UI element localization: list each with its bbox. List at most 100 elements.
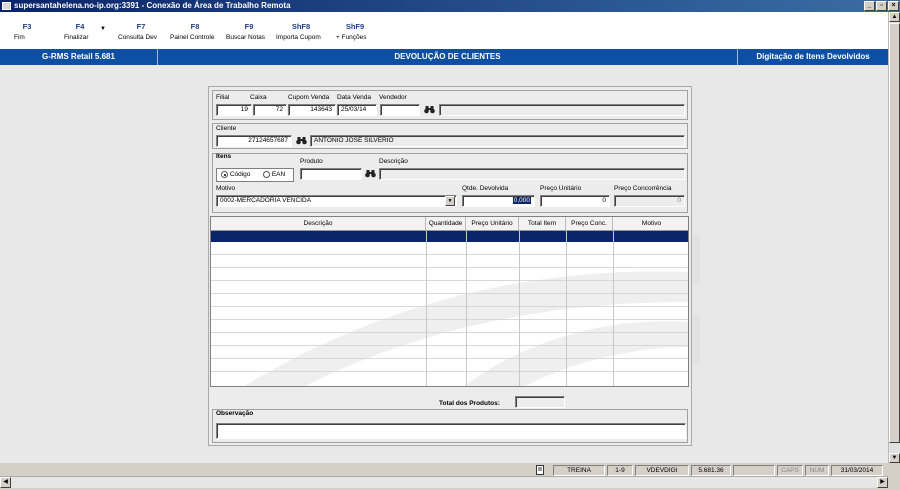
toolbar-label: Consulta Dev [118, 34, 158, 41]
scroll-right-icon[interactable]: ▶ [877, 477, 888, 488]
status-version: 5.681.36 [691, 465, 731, 476]
itens-label: Itens [216, 153, 232, 160]
preco-unit-label: Preço Unitário [540, 185, 582, 192]
data-field[interactable]: 25/03/14 [337, 104, 377, 116]
total-field [515, 396, 565, 408]
toolbar-f7-consulta-dev[interactable]: F7 Consulta Dev [118, 22, 164, 41]
page-title: DEVOLUÇÃO DE CLIENTES [158, 49, 738, 65]
col-divider [566, 231, 567, 386]
vendedor-field[interactable] [380, 104, 420, 116]
toolbar-key: F4 [75, 22, 85, 31]
toolbar-label: Fim [14, 34, 25, 41]
vertical-scrollbar[interactable]: ▲ ▼ [888, 12, 900, 463]
motivo-value: 0002-MERCADORIA VENCIDA [220, 197, 312, 204]
caixa-field[interactable]: 72 [253, 104, 287, 116]
row-divider [211, 319, 688, 320]
window-title: supersantahelena.no-ip.org:3391 - Conexã… [14, 1, 291, 10]
row-divider [211, 371, 688, 372]
dropdown-arrow-icon[interactable]: ▼ [100, 26, 106, 32]
toolbar-label: Finalizar [64, 34, 89, 41]
toolbar-label: + Funções [336, 34, 367, 41]
scroll-up-icon[interactable]: ▲ [889, 12, 900, 22]
status-caps: CAPS [777, 465, 803, 476]
status-num: NUM [805, 465, 829, 476]
toolbar-f3-fim[interactable]: F3 Fim [14, 22, 40, 41]
filial-field[interactable]: 19 [216, 104, 252, 116]
row-divider [211, 345, 688, 346]
produto-label: Produto [300, 158, 323, 165]
vendedor-nome-field [439, 104, 685, 116]
preco-conc-field[interactable]: 0 [614, 195, 685, 207]
toolbar-shf9-mais-funcoes[interactable]: ShF9 + Funções [336, 22, 374, 41]
qtde-field[interactable]: 0,000 [462, 195, 535, 207]
radio-ean-icon[interactable] [263, 171, 270, 178]
chevron-down-icon[interactable]: ▼ [445, 196, 455, 206]
data-label: Data Venda [337, 94, 371, 101]
vendedor-label: Vendedor [379, 94, 407, 101]
row-divider [211, 332, 688, 333]
toolbar-f9-buscar-notas[interactable]: F9 Buscar Notas [226, 22, 272, 41]
cliente-label: Cliente [216, 125, 237, 132]
toolbar-f4-finalizar[interactable]: F4 Finalizar ▼ [64, 22, 106, 41]
status-program: VDEVDIGI [635, 465, 689, 476]
minimize-button[interactable]: _ [864, 1, 875, 11]
binoculars-icon[interactable] [294, 135, 308, 147]
binoculars-icon[interactable] [422, 104, 436, 116]
row-divider [211, 254, 688, 255]
descricao-field [379, 168, 685, 180]
status-empty [733, 465, 775, 476]
venda-group: Filial Caixa Cupom Venda Data Venda Vend… [212, 90, 688, 120]
toolbar-f8-painel-controle[interactable]: F8 Painel Controle [170, 22, 220, 41]
cliente-field[interactable]: 27124657687 [216, 135, 292, 147]
preco-unit-field[interactable]: 0 [540, 195, 610, 207]
restore-button[interactable]: ▫ [876, 1, 887, 11]
toolbar-label: Importa Cupom [276, 34, 321, 41]
app-header-bar: G-RMS Retail 5.681 DEVOLUÇÃO DE CLIENTES… [0, 49, 888, 65]
window-title-bar[interactable]: supersantahelena.no-ip.org:3391 - Conexã… [0, 0, 900, 12]
window-controls: _ ▫ × [864, 1, 899, 11]
cliente-group: Cliente 27124657687 ANTONIO JOSE SILVERI… [212, 123, 688, 149]
cupom-label: Cupom Venda [288, 94, 330, 101]
close-button[interactable]: × [888, 1, 899, 11]
horizontal-scrollbar[interactable]: ◀ ▶ [0, 476, 888, 488]
total-label: Total dos Produtos: [439, 400, 500, 407]
row-divider [211, 280, 688, 281]
scroll-left-icon[interactable]: ◀ [0, 477, 11, 488]
cupom-field[interactable]: 143643 [288, 104, 336, 116]
toolbar-shf8-importa-cupom[interactable]: ShF8 Importa Cupom [276, 22, 326, 41]
status-range: 1-9 [607, 465, 633, 476]
function-key-toolbar: F3 Fim F4 Finalizar ▼ F7 Consulta Dev F8… [0, 12, 888, 49]
codigo-ean-radio-group: Código EAN [216, 168, 294, 182]
preco-conc-label: Preço Concorrência [614, 185, 672, 192]
toolbar-key: ShF8 [291, 22, 311, 31]
binoculars-icon[interactable] [363, 168, 377, 180]
toolbar-key: F3 [22, 22, 32, 31]
col-divider [519, 231, 520, 386]
col-divider [613, 231, 614, 386]
qtde-label: Qtde. Devolvida [462, 185, 509, 192]
observacao-field[interactable] [216, 423, 686, 439]
row-divider [211, 306, 688, 307]
motivo-select[interactable]: 0002-MERCADORIA VENCIDA ▼ [216, 195, 457, 207]
status-mode: TREINA [553, 465, 605, 476]
itens-grid[interactable]: Descrição Quantidade Preço Unitário Tota… [210, 216, 689, 387]
row-divider [211, 267, 688, 268]
scroll-down-icon[interactable]: ▼ [889, 453, 900, 463]
produto-field[interactable] [300, 168, 362, 180]
radio-codigo-icon[interactable] [221, 171, 228, 178]
filial-label: Filial [216, 94, 230, 101]
observacao-label: Observação [216, 410, 254, 417]
radio-codigo[interactable]: Código [221, 171, 250, 178]
document-icon [530, 465, 550, 476]
page-subtitle: Digitação de Itens Devolvidos [756, 52, 870, 61]
radio-codigo-label: Código [229, 171, 251, 179]
radio-ean[interactable]: EAN [263, 171, 285, 178]
motivo-label: Motivo [216, 185, 236, 192]
caixa-label: Caixa [250, 94, 267, 101]
itens-group: Itens Código EAN Produto Descrição Motiv… [212, 153, 688, 213]
toolbar-key: F8 [190, 22, 200, 31]
toolbar-label: Painel Controle [170, 34, 215, 41]
scroll-thumb[interactable] [889, 23, 900, 443]
row-divider [211, 358, 688, 359]
grid-watermark [244, 271, 688, 386]
